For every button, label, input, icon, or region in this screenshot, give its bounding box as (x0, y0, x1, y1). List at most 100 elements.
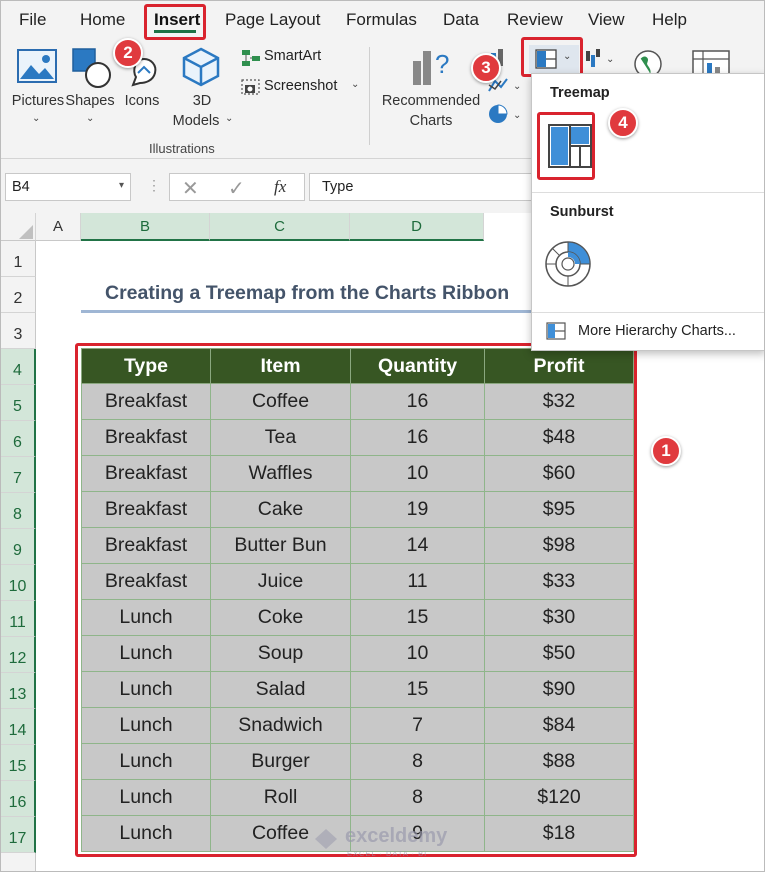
watermark-tagline: EXCEL · DATA · BI (347, 849, 428, 858)
chevron-down-icon: ⌄ (351, 79, 360, 90)
select-all-corner[interactable] (1, 213, 36, 241)
charts-label: Charts (409, 113, 453, 129)
more-hierarchy-charts-label: More Hierarchy Charts... (578, 323, 736, 339)
shapes-label: Shapes (65, 93, 115, 109)
column-header-b[interactable]: B (81, 213, 210, 241)
waterfall-chart-icon: ⌄ (586, 49, 614, 67)
title-underline (81, 310, 533, 313)
sunburst-icon (545, 241, 591, 287)
svg-text:⌄: ⌄ (513, 110, 521, 121)
row-header-16[interactable]: 16 (1, 781, 36, 817)
svg-text:?: ? (435, 49, 449, 79)
row-header-7[interactable]: 7 (1, 457, 36, 493)
pictures-label: Pictures (11, 93, 65, 109)
pie-chart-icon: ⌄ (489, 104, 521, 123)
screenshot-button[interactable]: Screenshot ⌄ (241, 77, 366, 99)
recommended-label: Recommended (381, 93, 481, 109)
row-header-2[interactable]: 2 (1, 277, 36, 313)
more-hierarchy-charts-option[interactable]: More Hierarchy Charts... (532, 314, 764, 350)
row-header-17[interactable]: 17 (1, 817, 36, 853)
recommended-charts-icon: ? (413, 49, 449, 85)
models-label: Models (172, 113, 220, 129)
more-options-icon: ⋮ (147, 177, 161, 193)
hierarchy-button-highlight (521, 37, 583, 77)
column-header-a[interactable]: A (36, 213, 81, 241)
chevron-down-icon: ▾ (118, 180, 124, 191)
smartart-icon (242, 50, 260, 66)
row-header-1[interactable]: 1 (1, 241, 36, 277)
tab-review[interactable]: Review (507, 10, 563, 30)
row-header-5[interactable]: 5 (1, 385, 36, 421)
name-box[interactable]: B4 ▾ (5, 173, 131, 201)
pictures-button[interactable]: Pictures ⌄ (7, 41, 67, 133)
svg-text:⌄: ⌄ (606, 54, 614, 65)
row-header-11[interactable]: 11 (1, 601, 36, 637)
step-badge-1: 1 (651, 436, 681, 466)
tab-data[interactable]: Data (443, 10, 479, 30)
row-header-14[interactable]: 14 (1, 709, 36, 745)
tab-help[interactable]: Help (652, 10, 687, 30)
exceldemy-logo-icon (315, 829, 337, 849)
tab-home[interactable]: Home (80, 10, 125, 30)
chevron-down-icon: ⌄ (32, 113, 41, 124)
step-badge-4: 4 (608, 108, 638, 138)
ribbon-tab-bar: File Home Insert Page Layout Formulas Da… (1, 1, 764, 41)
formula-value: Type (322, 179, 354, 195)
row-header-13[interactable]: 13 (1, 673, 36, 709)
name-box-value: B4 (12, 179, 30, 195)
select-all-icon (19, 225, 33, 239)
screenshot-icon (241, 79, 260, 95)
column-header-c[interactable]: C (210, 213, 350, 241)
treemap-heading: Treemap (550, 85, 610, 101)
sunburst-heading: Sunburst (550, 204, 614, 220)
formula-input[interactable]: Type (309, 173, 539, 201)
group-divider (369, 47, 370, 145)
tab-view[interactable]: View (588, 10, 625, 30)
sheet-title: Creating a Treemap from the Charts Ribbo… (105, 282, 510, 304)
data-range-highlight (75, 343, 637, 857)
tab-page-layout[interactable]: Page Layout (225, 10, 320, 30)
tab-formulas[interactable]: Formulas (346, 10, 417, 30)
row-header-4[interactable]: 4 (1, 349, 36, 385)
svg-text:⌄: ⌄ (513, 81, 521, 92)
recommended-charts-button[interactable]: ? Recommended Charts (377, 41, 485, 133)
formula-controls: ✕ ✓ fx (169, 173, 305, 201)
smartart-label: SmartArt (264, 48, 322, 64)
shapes-button[interactable]: Shapes ⌄ (65, 41, 117, 133)
hierarchy-chart-dropdown: Treemap Sunburst More Hierarchy Charts..… (531, 73, 764, 351)
row-header-18[interactable] (1, 853, 36, 871)
sunburst-chart-option[interactable] (540, 234, 596, 292)
enter-icon[interactable]: ✓ (228, 176, 245, 201)
watermark-name: exceldemy (345, 825, 448, 847)
pie-chart-button[interactable]: ⌄ (487, 103, 525, 127)
excel-window: File Home Insert Page Layout Formulas Da… (0, 0, 765, 872)
icons-label: Icons (124, 93, 160, 109)
smartart-button[interactable]: SmartArt (241, 47, 361, 69)
treemap-option-highlight (537, 112, 595, 180)
waterfall-chart-button[interactable]: ⌄ (584, 47, 620, 71)
dropdown-divider (532, 192, 764, 193)
row-header-8[interactable]: 8 (1, 493, 36, 529)
insert-function-icon[interactable]: fx (274, 177, 286, 197)
hierarchy-charts-icon (546, 322, 566, 340)
dropdown-divider (532, 312, 764, 313)
chevron-down-icon: ⌄ (225, 113, 234, 124)
screenshot-label: Screenshot (264, 78, 338, 94)
row-header-15[interactable]: 15 (1, 745, 36, 781)
3d-models-button[interactable]: 3D Models ⌄ (167, 41, 237, 133)
row-header-10[interactable]: 10 (1, 565, 36, 601)
illustrations-group-label: Illustrations (149, 141, 215, 156)
3d-label: 3D (192, 93, 212, 109)
chevron-down-icon: ⌄ (86, 113, 95, 124)
step-badge-2: 2 (113, 38, 143, 68)
column-header-d[interactable]: D (350, 213, 484, 241)
row-header-12[interactable]: 12 (1, 637, 36, 673)
tab-file[interactable]: File (19, 10, 46, 30)
step-badge-3: 3 (471, 53, 501, 83)
insert-tab-highlight (144, 4, 206, 40)
row-header-9[interactable]: 9 (1, 529, 36, 565)
row-header-3[interactable]: 3 (1, 313, 36, 349)
3d-cube-icon (182, 47, 220, 87)
row-header-6[interactable]: 6 (1, 421, 36, 457)
cancel-icon[interactable]: ✕ (182, 176, 199, 201)
